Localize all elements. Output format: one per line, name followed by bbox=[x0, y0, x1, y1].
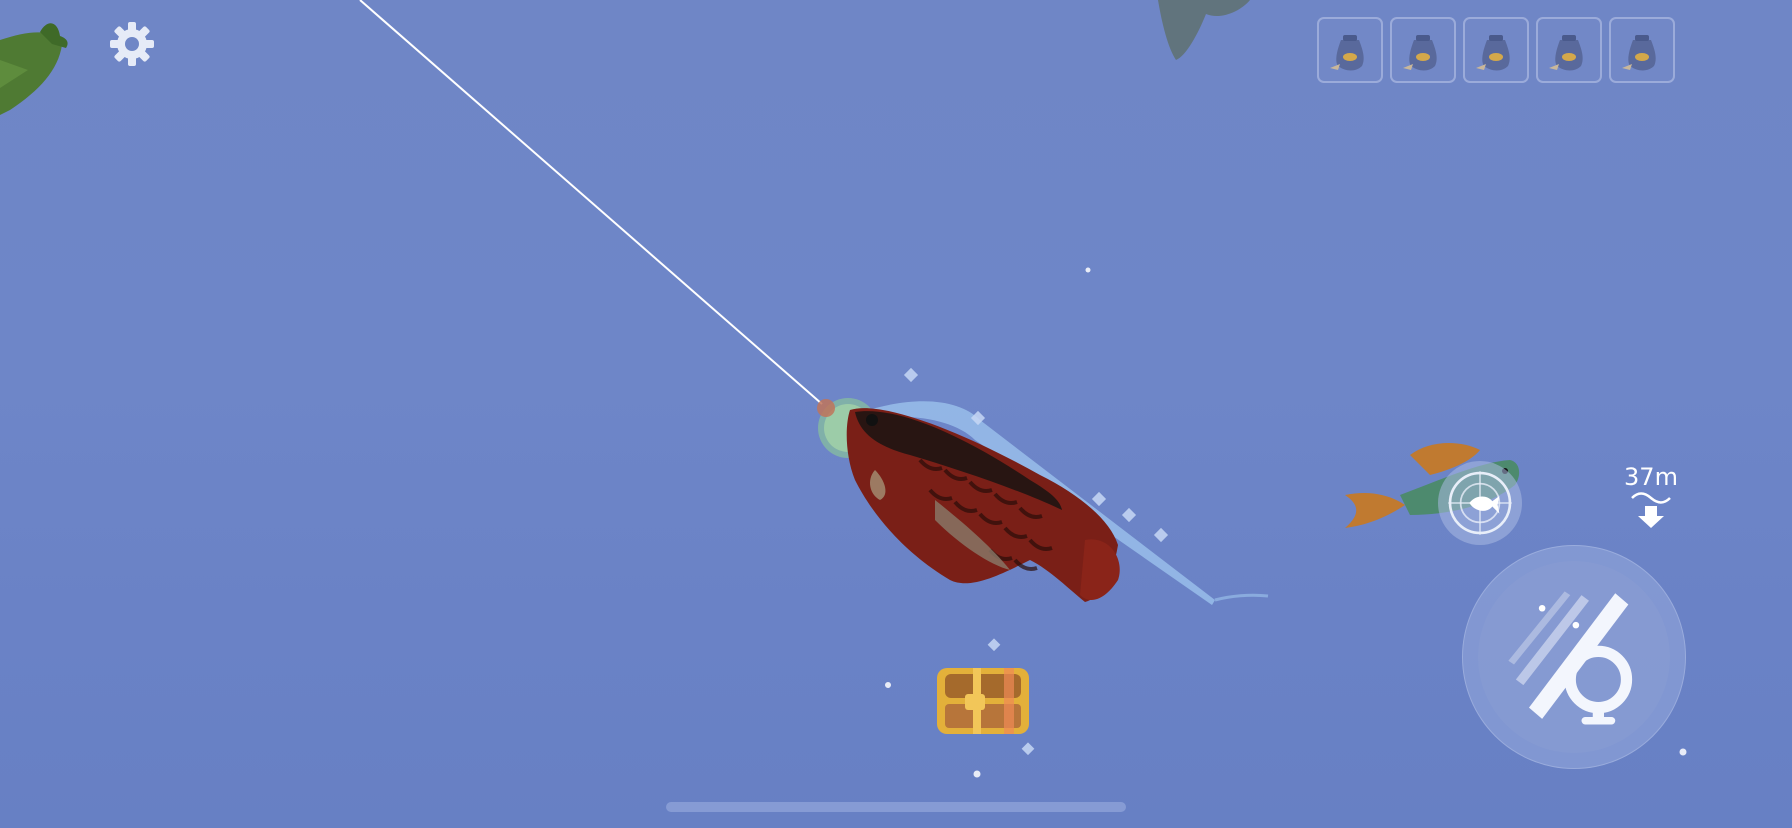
inventory-slot-2[interactable] bbox=[1390, 17, 1456, 83]
depth-value: 37m bbox=[1624, 463, 1678, 491]
depth-indicator: 37m bbox=[1616, 462, 1686, 532]
descend-arrow-icon bbox=[1631, 492, 1671, 528]
fish-target-icon bbox=[1448, 471, 1512, 535]
inventory-slot-4[interactable] bbox=[1536, 17, 1602, 83]
bait-bag-icon bbox=[1622, 35, 1656, 71]
reel-button[interactable] bbox=[1462, 545, 1686, 769]
reel-button-inner bbox=[1478, 561, 1670, 753]
fishing-line bbox=[359, 0, 823, 405]
inventory-slot-1[interactable] bbox=[1317, 17, 1383, 83]
inventory-slot-3[interactable] bbox=[1463, 17, 1529, 83]
bait-inventory bbox=[1317, 17, 1675, 83]
fish-radar-button[interactable] bbox=[1438, 461, 1522, 545]
bait-bag-icon bbox=[1403, 35, 1437, 71]
bait-bag-icon bbox=[1330, 35, 1364, 71]
settings-button[interactable] bbox=[108, 20, 156, 68]
gear-icon bbox=[110, 22, 154, 66]
fishing-reel-icon bbox=[1508, 591, 1633, 725]
home-indicator[interactable] bbox=[666, 802, 1126, 812]
bait-bag-icon bbox=[1476, 35, 1510, 71]
shark-silhouette bbox=[1158, 0, 1250, 60]
seaweed-creature bbox=[0, 23, 68, 116]
bait-bag-icon bbox=[1549, 35, 1583, 71]
treasure-chest bbox=[937, 668, 1029, 734]
inventory-slot-5[interactable] bbox=[1609, 17, 1675, 83]
